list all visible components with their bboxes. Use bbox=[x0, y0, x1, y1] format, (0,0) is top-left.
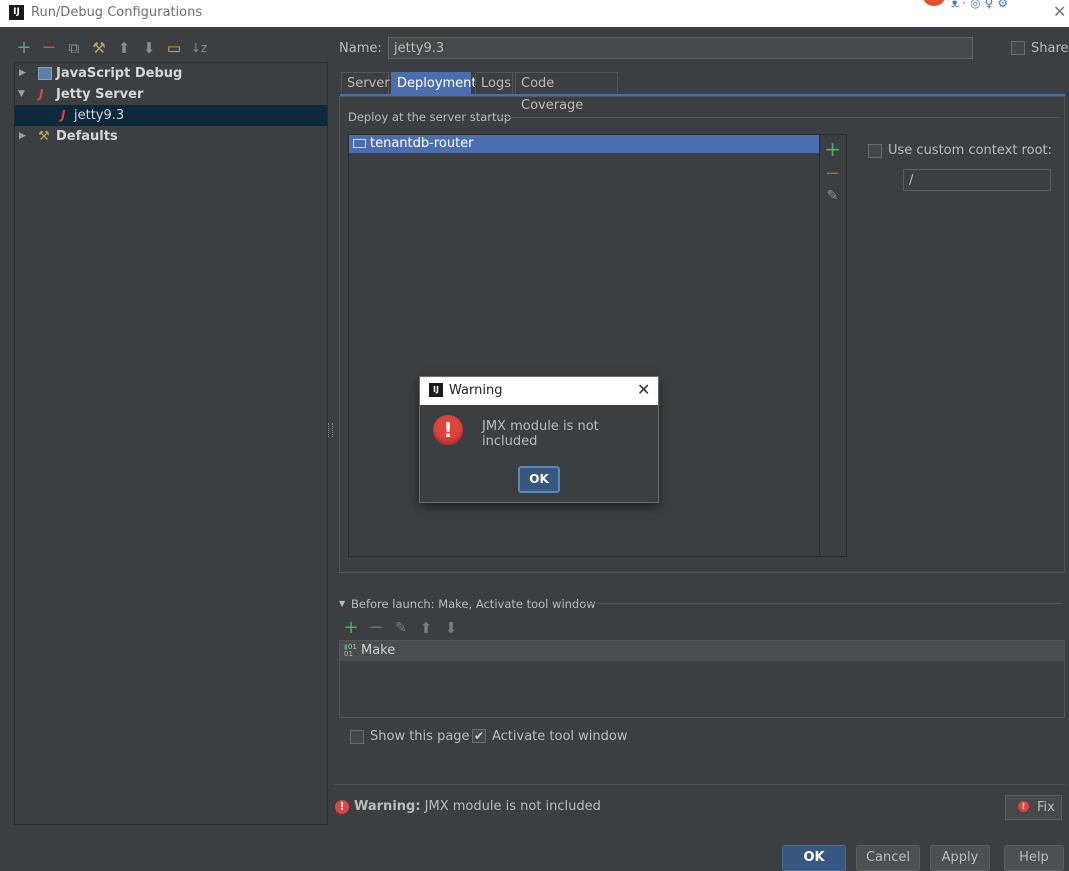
ok-button[interactable]: OK bbox=[782, 845, 846, 871]
before-launch-title[interactable]: Before launch: Make, Activate tool windo… bbox=[351, 597, 596, 611]
expand-arrow-icon[interactable]: ▶ bbox=[19, 126, 26, 147]
separator bbox=[498, 117, 1060, 118]
move-down-icon[interactable]: ⬇ bbox=[139, 38, 159, 58]
sort-icon[interactable]: ↓z bbox=[189, 38, 209, 58]
edit-task-icon[interactable]: ✎ bbox=[391, 618, 411, 638]
dialog-message: JMX module is not included bbox=[482, 419, 599, 449]
folder-icon[interactable]: ▭ bbox=[164, 38, 184, 58]
window-close-icon[interactable]: ✕ bbox=[1053, 2, 1066, 21]
activate-tool-window-label: Activate tool window bbox=[492, 729, 628, 744]
show-this-page-checkbox[interactable] bbox=[350, 730, 364, 744]
custom-context-root-checkbox[interactable] bbox=[868, 144, 882, 158]
tab-deployment[interactable]: Deployment bbox=[391, 72, 477, 94]
fix-warning-icon: ! bbox=[1018, 801, 1029, 812]
dialog-titlebar: IJ Warning ✕ bbox=[420, 377, 658, 405]
warning-icon: ! bbox=[335, 800, 349, 814]
share-checkbox[interactable] bbox=[1011, 41, 1025, 55]
status-message: JMX module is not included bbox=[424, 799, 601, 814]
expand-arrow-icon[interactable]: ▶ bbox=[19, 63, 26, 84]
add-icon[interactable]: + bbox=[14, 38, 34, 58]
move-up-icon[interactable]: ⬆ bbox=[114, 38, 134, 58]
status-warning: Warning: JMX module is not included bbox=[354, 799, 601, 814]
tray-icons: ᴥ·◎♀⚙ bbox=[951, 0, 1013, 10]
help-button[interactable]: Help bbox=[1004, 845, 1064, 871]
intellij-logo-icon: IJ bbox=[429, 383, 443, 397]
make-icon: ▮01 01 bbox=[344, 643, 357, 658]
javascript-debug-icon bbox=[38, 67, 52, 80]
move-task-up-icon[interactable]: ⬆ bbox=[416, 618, 436, 638]
deploy-item-label: tenantdb-router bbox=[370, 136, 474, 151]
tree-item-jetty-server[interactable]: ▼ J Jetty Server bbox=[15, 84, 327, 105]
dialog-title: Warning bbox=[449, 383, 503, 398]
edit-artifact-icon[interactable]: ✎ bbox=[820, 188, 845, 204]
status-prefix: Warning: bbox=[354, 799, 421, 814]
tab-logs[interactable]: Logs bbox=[475, 72, 513, 94]
before-launch-item-label: Make bbox=[361, 643, 396, 658]
tree-item-jetty9-3[interactable]: J jetty9.3 bbox=[15, 105, 327, 126]
activate-tool-window-checkbox[interactable]: ✔ bbox=[472, 729, 486, 743]
custom-context-root-label: Use custom context root: bbox=[888, 143, 1052, 158]
tree-item-javascript-debug[interactable]: ▶ JavaScript Debug bbox=[15, 63, 327, 84]
window-titlebar: IJ Run/Debug Configurations ᴥ·◎♀⚙ ✕ bbox=[0, 0, 1069, 27]
divider bbox=[334, 784, 1065, 785]
remove-task-icon[interactable]: − bbox=[366, 618, 386, 638]
before-launch-item[interactable]: ▮01 01 Make bbox=[340, 641, 1064, 661]
tree-label: Defaults bbox=[56, 129, 118, 144]
tree-label: JavaScript Debug bbox=[56, 66, 183, 81]
dialog-ok-button[interactable]: OK bbox=[518, 466, 560, 493]
defaults-wrench-icon: ⚒ bbox=[38, 129, 50, 144]
before-launch-collapse-icon[interactable]: ▼ bbox=[339, 599, 345, 608]
tab-code-coverage[interactable]: Code Coverage bbox=[515, 72, 618, 113]
add-artifact-icon[interactable]: + bbox=[820, 137, 845, 161]
fix-label: Fix bbox=[1037, 800, 1055, 815]
error-icon: ! bbox=[433, 415, 463, 445]
warning-dialog: IJ Warning ✕ ! JMX module is not include… bbox=[419, 376, 659, 503]
config-tree: ▶ JavaScript Debug ▼ J Jetty Server J je… bbox=[14, 62, 328, 825]
copy-icon[interactable]: ⧉ bbox=[64, 38, 84, 58]
context-root-input[interactable]: / bbox=[903, 169, 1051, 191]
show-this-page-label: Show this page bbox=[370, 729, 470, 744]
panel-splitter[interactable] bbox=[328, 423, 333, 437]
name-input[interactable]: jetty9.3 bbox=[388, 37, 973, 59]
folder-icon bbox=[353, 139, 366, 148]
deploy-caption: Deploy at the server startup bbox=[348, 110, 512, 124]
name-label: Name: bbox=[339, 41, 382, 56]
deploy-list-item[interactable]: tenantdb-router bbox=[349, 135, 819, 153]
window-title: Run/Debug Configurations bbox=[31, 5, 203, 20]
tab-server[interactable]: Server bbox=[341, 72, 390, 94]
add-task-icon[interactable]: + bbox=[341, 618, 361, 638]
intellij-logo-icon: IJ bbox=[9, 5, 24, 20]
tray-brand-icon bbox=[922, 0, 946, 6]
jetty-icon: J bbox=[39, 87, 44, 101]
fix-button[interactable]: ! Fix bbox=[1005, 795, 1062, 820]
tree-label: jetty9.3 bbox=[74, 108, 125, 123]
deploy-side-toolbar: + − ✎ bbox=[820, 134, 847, 557]
jetty-error-icon: J bbox=[61, 108, 66, 122]
separator bbox=[582, 603, 1062, 604]
tree-label: Jetty Server bbox=[56, 87, 144, 102]
cancel-button[interactable]: Cancel bbox=[856, 845, 920, 871]
wrench-icon[interactable]: ⚒ bbox=[89, 38, 109, 58]
remove-artifact-icon[interactable]: − bbox=[820, 163, 845, 184]
move-task-down-icon[interactable]: ⬇ bbox=[441, 618, 461, 638]
collapse-arrow-icon[interactable]: ▼ bbox=[18, 84, 25, 105]
share-label: Share bbox=[1031, 41, 1069, 56]
remove-icon[interactable]: − bbox=[39, 38, 59, 58]
apply-button[interactable]: Apply bbox=[930, 845, 990, 871]
tree-item-defaults[interactable]: ▶ ⚒ Defaults bbox=[15, 126, 327, 147]
dialog-close-icon[interactable]: ✕ bbox=[637, 380, 650, 399]
